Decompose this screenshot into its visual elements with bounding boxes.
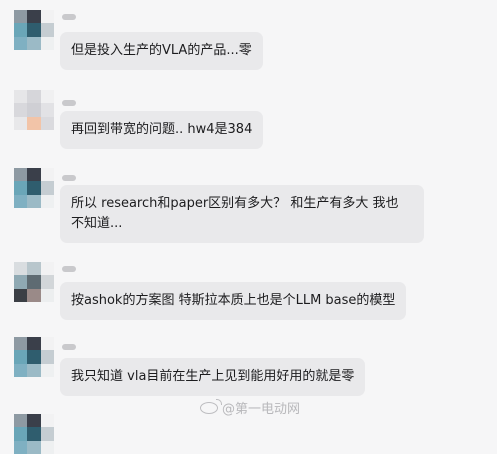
avatar[interactable]: [14, 262, 54, 302]
watermark: @第一电动网: [200, 398, 300, 417]
avatar[interactable]: [14, 90, 54, 130]
message-bubble[interactable]: 我只知道 vla目前在生产上见到能用好用的就是零: [60, 358, 366, 396]
sender-name: [62, 175, 76, 181]
avatar[interactable]: [14, 337, 54, 377]
watermark-text: @第一电动网: [222, 402, 301, 417]
weibo-icon: [200, 398, 222, 414]
message-bubble[interactable]: 再回到带宽的问题.. hw4是384: [60, 111, 264, 149]
sender-name: [62, 266, 76, 272]
avatar[interactable]: [14, 10, 54, 50]
sender-name: [62, 14, 76, 20]
message-bubble[interactable]: 但是投入生产的VLA的产品...零: [60, 32, 263, 70]
avatar[interactable]: [14, 168, 54, 208]
avatar[interactable]: [14, 414, 54, 454]
sender-name: [62, 100, 76, 106]
message-bubble[interactable]: 按ashok的方案图 特斯拉本质上也是个LLM base的模型: [60, 282, 407, 320]
message-bubble[interactable]: 所以 research和paper区别有多大？ 和生产有多大 我也 不知道...: [60, 185, 424, 243]
chat-window: 但是投入生产的VLA的产品...零 再回到带宽的问题.. hw4是384 所以 …: [0, 0, 497, 454]
sender-name: [62, 344, 76, 350]
